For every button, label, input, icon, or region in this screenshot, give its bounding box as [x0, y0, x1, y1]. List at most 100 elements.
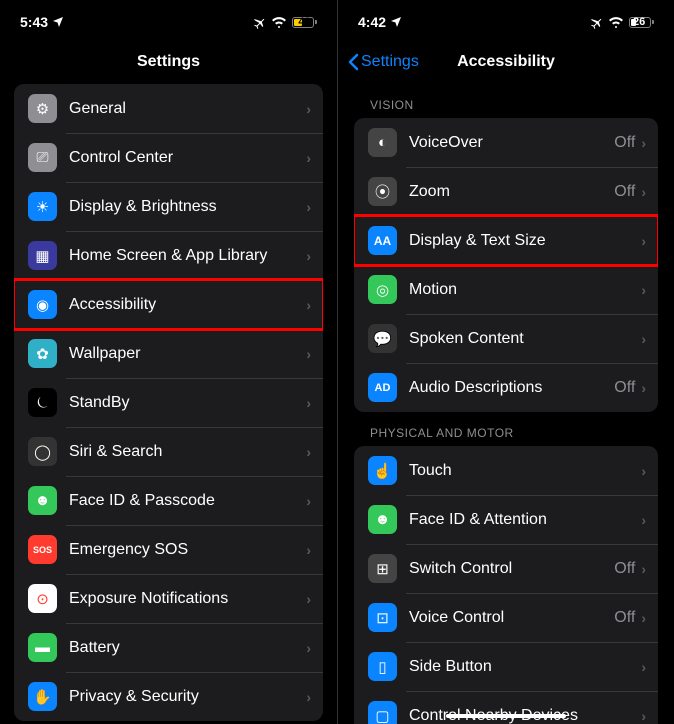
aa-icon: AA: [368, 226, 397, 255]
clock-icon: ⏾: [28, 388, 57, 417]
row-label: Exposure Notifications: [69, 590, 306, 608]
row-voice-control[interactable]: ⊡Voice ControlOff›: [354, 593, 658, 642]
row-accessibility[interactable]: ◉ Accessibility›: [14, 280, 323, 329]
chevron-right-icon: ›: [641, 561, 646, 577]
chevron-right-icon: ›: [306, 346, 311, 362]
row-label: Privacy & Security: [69, 688, 306, 706]
row-control-nearby-devices[interactable]: ▢Control Nearby Devices›: [354, 691, 658, 724]
chevron-left-icon: [348, 53, 359, 71]
row-label: Wallpaper: [69, 345, 306, 363]
row-label: StandBy: [69, 394, 306, 412]
switches-icon: ⎚: [28, 143, 57, 172]
nav-bar: Settings: [0, 40, 337, 84]
row-control-center[interactable]: ⎚Control Center›: [14, 133, 323, 182]
row-privacy-security[interactable]: ✋Privacy & Security›: [14, 672, 323, 721]
row-label: General: [69, 100, 306, 118]
row-side-button[interactable]: ▯Side Button›: [354, 642, 658, 691]
row-label: Emergency SOS: [69, 541, 306, 559]
row-siri-search[interactable]: ◯Siri & Search›: [14, 427, 323, 476]
row-audio-descriptions[interactable]: ADAudio DescriptionsOff›: [354, 363, 658, 412]
side-icon: ▯: [368, 652, 397, 681]
chevron-right-icon: ›: [641, 610, 646, 626]
location-icon: [52, 16, 64, 28]
row-home-screen-app-library[interactable]: ▦ Home Screen & App Library›: [14, 231, 323, 280]
airplane-icon: [252, 15, 266, 29]
accessibility-screen: 4:42 26 Settings Accessibility VISION ◐V…: [337, 0, 674, 724]
chevron-right-icon: ›: [306, 101, 311, 117]
siri-icon: ◯: [28, 437, 57, 466]
chevron-right-icon: ›: [641, 380, 646, 396]
row-label: Zoom: [409, 183, 614, 201]
row-label: Audio Descriptions: [409, 379, 614, 397]
row-face-id-passcode[interactable]: ☻ Face ID & Passcode›: [14, 476, 323, 525]
row-spoken-content[interactable]: 💬Spoken Content›: [354, 314, 658, 363]
row-label: Display & Text Size: [409, 232, 641, 250]
person-icon: ◉: [28, 290, 57, 319]
chevron-right-icon: ›: [641, 708, 646, 724]
wifi-icon: [608, 16, 624, 28]
airplane-icon: [589, 15, 603, 29]
chevron-right-icon: ›: [306, 297, 311, 313]
row-label: Home Screen & App Library: [69, 247, 306, 265]
chevron-right-icon: ›: [306, 493, 311, 509]
row-standby[interactable]: ⏾ StandBy›: [14, 378, 323, 427]
row-voiceover[interactable]: ◐VoiceOverOff›: [354, 118, 658, 167]
row-display-brightness[interactable]: ☀︎Display & Brightness›: [14, 182, 323, 231]
motor-group: ☝Touch›☻Face ID & Attention›⊞Switch Cont…: [354, 446, 658, 724]
vision-group: ◐VoiceOverOff›⦿ZoomOff›AADisplay & Text …: [354, 118, 658, 412]
zoom-icon: ⦿: [368, 177, 397, 206]
row-label: Touch: [409, 462, 641, 480]
flower-icon: ✿: [28, 339, 57, 368]
row-display-text-size[interactable]: AA Display & Text Size›: [354, 216, 658, 265]
back-button[interactable]: Settings: [348, 53, 419, 71]
motion-icon: ◎: [368, 275, 397, 304]
row-face-id-attention[interactable]: ☻Face ID & Attention›: [354, 495, 658, 544]
row-label: Face ID & Passcode: [69, 492, 306, 510]
row-motion[interactable]: ◎Motion›: [354, 265, 658, 314]
status-bar: 5:43 42: [0, 0, 337, 40]
row-value: Off: [614, 609, 635, 627]
switch-icon: ⊞: [368, 554, 397, 583]
location-icon: [390, 16, 402, 28]
row-value: Off: [614, 560, 635, 578]
battery-indicator: 42: [292, 17, 317, 28]
grid-icon: ▦: [28, 241, 57, 270]
chevron-right-icon: ›: [306, 395, 311, 411]
chevron-right-icon: ›: [641, 463, 646, 479]
row-switch-control[interactable]: ⊞Switch ControlOff›: [354, 544, 658, 593]
row-general[interactable]: ⚙︎General›: [14, 84, 323, 133]
row-label: Display & Brightness: [69, 198, 306, 216]
row-battery[interactable]: ▬Battery›: [14, 623, 323, 672]
bubble-icon: 💬: [368, 324, 397, 353]
chevron-right-icon: ›: [641, 233, 646, 249]
nearby-icon: ▢: [368, 701, 397, 724]
sun-icon: ☀︎: [28, 192, 57, 221]
section-header-vision: VISION: [338, 84, 674, 118]
chevron-right-icon: ›: [641, 184, 646, 200]
battery-indicator: 26: [629, 17, 654, 28]
row-label: Accessibility: [69, 296, 306, 314]
wifi-icon: [271, 16, 287, 28]
row-zoom[interactable]: ⦿ ZoomOff ›: [354, 167, 658, 216]
chevron-right-icon: ›: [306, 591, 311, 607]
settings-group-1: ⚙︎General› ⎚ Control Center › ☀︎ Display & Br…: [14, 84, 323, 721]
battery-icon: ▬: [28, 633, 57, 662]
home-indicator[interactable]: [446, 714, 566, 718]
row-label: Control Center: [69, 149, 306, 167]
chevron-right-icon: ›: [641, 135, 646, 151]
row-exposure-notifications[interactable]: ⊙Exposure Notifications›: [14, 574, 323, 623]
row-value: Off: [614, 183, 635, 201]
chevron-right-icon: ›: [306, 248, 311, 264]
row-emergency-sos[interactable]: SOSEmergency SOS›: [14, 525, 323, 574]
accessibility-list[interactable]: VISION ◐VoiceOverOff›⦿ZoomOff›AADisplay …: [338, 84, 674, 724]
row-touch[interactable]: ☝Touch›: [354, 446, 658, 495]
row-wallpaper[interactable]: ✿ Wallpaper›: [14, 329, 323, 378]
chevron-right-icon: ›: [641, 331, 646, 347]
row-label: Motion: [409, 281, 641, 299]
row-label: VoiceOver: [409, 134, 614, 152]
section-header-motor: PHYSICAL AND MOTOR: [338, 412, 674, 446]
settings-list[interactable]: ⚙︎General› ⎚ Control Center › ☀︎ Display & Br…: [0, 84, 337, 724]
voice-icon: ⊡: [368, 603, 397, 632]
row-value: Off: [614, 134, 635, 152]
face-icon: ☻: [28, 486, 57, 515]
